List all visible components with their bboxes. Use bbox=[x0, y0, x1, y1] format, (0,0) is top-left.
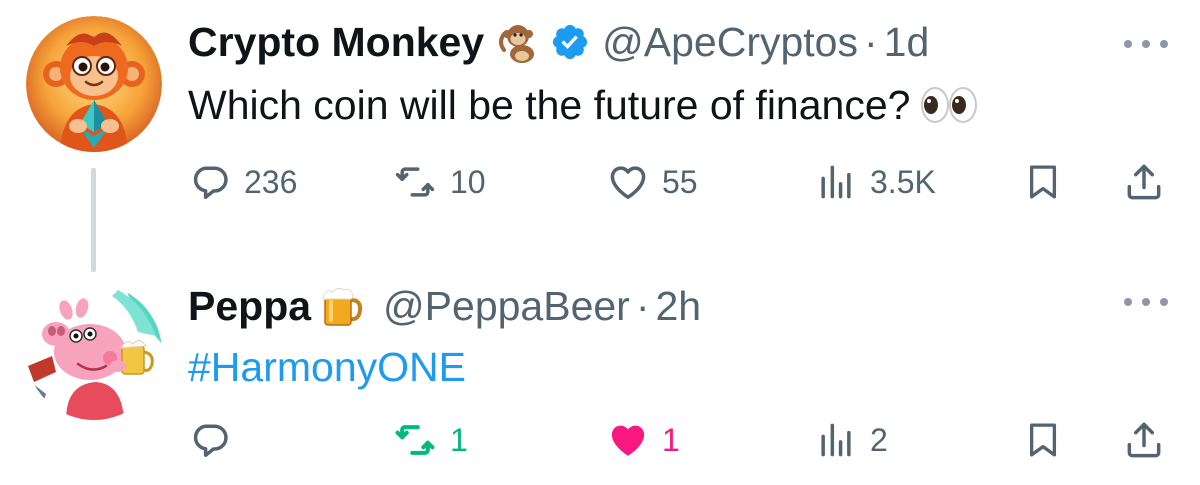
separator-dot: · bbox=[635, 283, 650, 329]
retweet-button[interactable]: 10 bbox=[392, 152, 486, 212]
beer-mug-emoji-icon bbox=[319, 284, 363, 328]
tweet[interactable]: Crypto Monkey @ApeCryptos · 1d Which coi… bbox=[0, 0, 1200, 272]
tweet-actions-bar: 1 1 2 bbox=[0, 410, 1200, 470]
like-count: 55 bbox=[662, 163, 698, 200]
monkey-avatar-image bbox=[26, 16, 162, 152]
avatar[interactable] bbox=[26, 16, 162, 152]
tweet[interactable]: Peppa @PeppaBeer · 2h #HarmonyONE 1 1 2 bbox=[0, 270, 1200, 485]
like-button[interactable]: 55 bbox=[606, 152, 698, 212]
retweet-count: 1 bbox=[450, 421, 468, 458]
like-count: 1 bbox=[662, 421, 680, 458]
timestamp[interactable]: 1d bbox=[884, 18, 930, 66]
user-handle[interactable]: @PeppaBeer bbox=[383, 282, 630, 330]
views-chart-icon bbox=[821, 165, 851, 199]
bookmark-icon bbox=[1029, 423, 1057, 457]
share-button[interactable] bbox=[1122, 410, 1166, 470]
share-icon bbox=[1127, 422, 1161, 458]
display-name[interactable]: Peppa bbox=[188, 282, 311, 330]
eyes-emoji-icon bbox=[920, 83, 978, 127]
views-button[interactable]: 2 bbox=[814, 410, 888, 470]
reply-icon bbox=[193, 166, 228, 199]
tweet-text: #HarmonyONE bbox=[188, 342, 466, 392]
peppa-avatar-image bbox=[26, 284, 162, 420]
monkey-emoji-icon bbox=[496, 20, 540, 64]
heart-filled-icon bbox=[611, 425, 645, 456]
views-chart-icon bbox=[821, 423, 851, 457]
tweet-header: Peppa @PeppaBeer · 2h bbox=[188, 282, 701, 330]
user-handle[interactable]: @ApeCryptos bbox=[602, 18, 858, 66]
tweet-text: Which coin will be the future of finance… bbox=[188, 80, 978, 130]
tweet-actions-bar: 236 10 55 3.5K bbox=[0, 152, 1200, 212]
avatar[interactable] bbox=[26, 284, 162, 420]
more-options-icon[interactable] bbox=[1124, 292, 1168, 312]
retweet-button-active[interactable]: 1 bbox=[392, 410, 468, 470]
verified-badge-icon[interactable] bbox=[550, 22, 590, 62]
tweet-header: Crypto Monkey @ApeCryptos · 1d bbox=[188, 18, 929, 66]
share-button[interactable] bbox=[1122, 152, 1166, 212]
heart-icon bbox=[610, 166, 646, 199]
retweet-icon bbox=[395, 425, 435, 455]
views-count: 2 bbox=[870, 421, 888, 458]
reply-button[interactable]: 236 bbox=[188, 152, 297, 212]
retweet-icon bbox=[395, 167, 435, 197]
views-count: 3.5K bbox=[870, 163, 936, 200]
bookmark-button[interactable] bbox=[1022, 410, 1064, 470]
like-button-active[interactable]: 1 bbox=[606, 410, 680, 470]
share-icon bbox=[1127, 164, 1161, 200]
separator-dot: · bbox=[864, 19, 878, 65]
display-name[interactable]: Crypto Monkey bbox=[188, 18, 484, 66]
timestamp[interactable]: 2h bbox=[655, 282, 701, 330]
tweet-text-content: Which coin will be the future of finance… bbox=[188, 82, 911, 128]
reply-button[interactable] bbox=[188, 410, 232, 470]
hashtag-link[interactable]: #HarmonyONE bbox=[188, 342, 466, 392]
views-button[interactable]: 3.5K bbox=[814, 152, 936, 212]
retweet-count: 10 bbox=[450, 163, 486, 200]
bookmark-button[interactable] bbox=[1022, 152, 1064, 212]
bookmark-icon bbox=[1029, 165, 1057, 199]
more-options-icon[interactable] bbox=[1124, 34, 1168, 54]
reply-icon bbox=[193, 424, 228, 457]
reply-count: 236 bbox=[244, 163, 298, 200]
